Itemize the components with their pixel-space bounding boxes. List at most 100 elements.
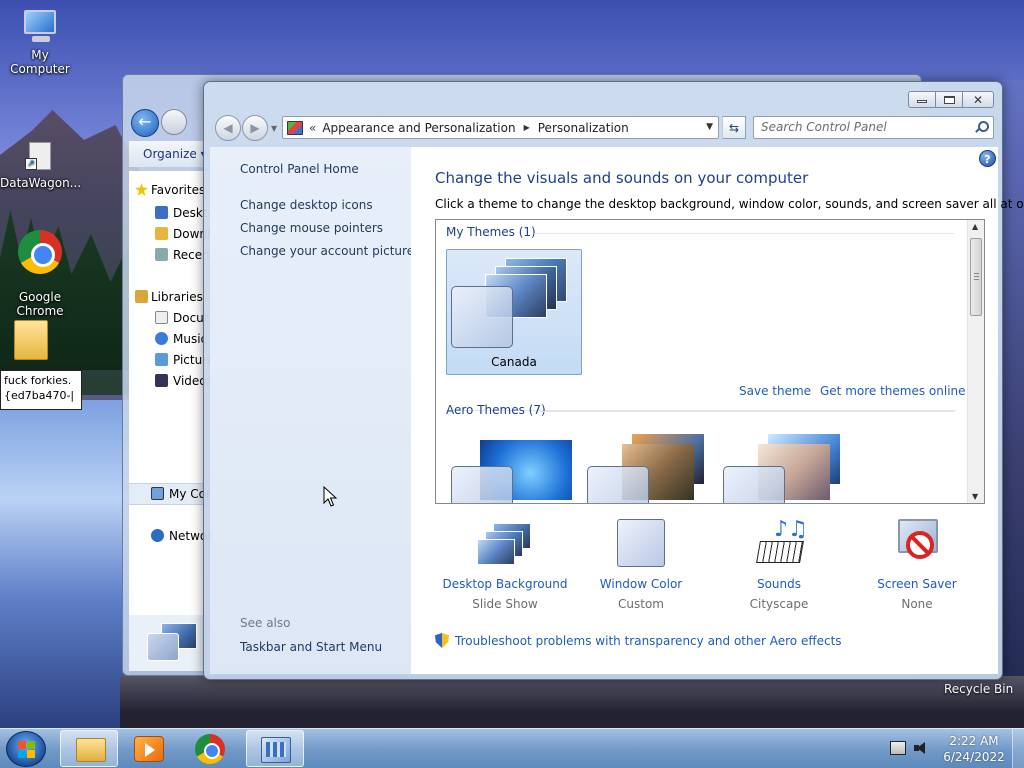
themes-list[interactable]: My Themes (1) Canada Save theme Get more… [435, 219, 985, 504]
search-input[interactable]: Search Control Panel [753, 116, 994, 139]
desktop-background-value: Slide Show [472, 597, 538, 611]
page-title: Change the visuals and sounds on your co… [435, 169, 809, 187]
breadcrumb-separator-icon[interactable]: ▶ [524, 123, 530, 132]
taskbar-control-panel-button[interactable] [246, 730, 304, 767]
videos-icon [155, 374, 168, 387]
computer-icon [18, 8, 62, 46]
desktop-icon-new-folder[interactable] [0, 320, 80, 362]
desktop-background-item[interactable]: Desktop Background Slide Show [435, 519, 575, 611]
computer-icon [151, 487, 164, 500]
documents-icon [155, 311, 168, 324]
nav-item-favorites[interactable]: Favorites [151, 183, 209, 197]
sounds-link[interactable]: Sounds [709, 577, 849, 591]
address-dropdown-icon[interactable]: ▼ [706, 122, 713, 132]
aero-themes-heading: Aero Themes (7) [446, 403, 546, 417]
desktop-icon-datawagon[interactable]: ↗ DataWagon... [0, 140, 82, 190]
shield-icon [435, 633, 449, 648]
change-mouse-pointers-link[interactable]: Change mouse pointers [240, 221, 383, 235]
forward-arrow-icon[interactable] [161, 109, 187, 135]
address-bar[interactable]: « Appearance and Personalization ▶ Perso… [282, 116, 719, 139]
taskbar-chrome-button[interactable] [182, 730, 240, 767]
help-icon[interactable]: ? [979, 150, 996, 167]
show-desktop-button[interactable] [1012, 729, 1024, 768]
window-color-link[interactable]: Window Color [571, 577, 711, 591]
folder-icon [14, 320, 48, 360]
taskbar-media-player-button[interactable] [120, 730, 178, 767]
clock-date: 6/24/2022 [943, 750, 1005, 764]
close-icon: ✕ [972, 92, 984, 107]
sounds-icon: ♪♫ [754, 519, 808, 571]
get-more-themes-link[interactable]: Get more themes online [820, 384, 966, 398]
nav-item-libraries[interactable]: Libraries [151, 290, 209, 304]
refresh-button[interactable]: ⇆ [722, 116, 746, 139]
pictures-icon [155, 353, 168, 366]
scroll-up-icon[interactable]: ▲ [972, 222, 978, 231]
close-button[interactable]: ✕ [963, 91, 994, 108]
troubleshoot-link-label: Troubleshoot problems with transparency … [455, 634, 842, 648]
change-account-picture-link[interactable]: Change your account picture [240, 244, 414, 258]
clock-time: 2:22 AM [949, 734, 999, 748]
control-panel-icon [287, 120, 303, 135]
taskbar-explorer-button[interactable] [60, 730, 118, 767]
downloads-icon [155, 227, 168, 240]
group-divider [540, 411, 954, 412]
desktop-background-link[interactable]: Desktop Background [435, 577, 575, 591]
desktop-icon-label: My Computer [10, 48, 70, 76]
desktop-icon-label: DataWagon... [0, 176, 82, 190]
chrome-icon [18, 230, 62, 274]
desktop-icon-my-computer[interactable]: My Computer [0, 8, 80, 76]
start-button[interactable] [6, 731, 46, 767]
screen-saver-link[interactable]: Screen Saver [847, 577, 987, 591]
breadcrumb-personalization[interactable]: Personalization [538, 121, 629, 135]
minimize-button[interactable] [908, 91, 936, 108]
forward-button[interactable]: ▶ [242, 115, 268, 141]
taskbar: 2:22 AM 6/24/2022 [0, 728, 1024, 768]
desktop-icon-google-chrome[interactable]: Google Chrome [0, 216, 80, 332]
recent-pages-dropdown-icon[interactable]: ▼ [271, 124, 277, 133]
sounds-item[interactable]: ♪♫ Sounds Cityscape [709, 519, 849, 612]
desktop-background-icon [475, 519, 535, 571]
mouse-cursor-icon [323, 486, 337, 507]
change-desktop-icons-link[interactable]: Change desktop icons [240, 198, 373, 212]
forward-arrow-icon: ▶ [250, 121, 260, 135]
search-icon[interactable] [975, 121, 989, 133]
personalization-window[interactable]: ✕ ◀ ▶ ▼ « Appearance and Personalization… [203, 81, 1024, 680]
maximize-button[interactable] [936, 91, 963, 108]
back-arrow-icon[interactable]: ← [131, 109, 159, 137]
troubleshoot-link[interactable]: Troubleshoot problems with transparency … [435, 633, 842, 648]
control-panel-icon [261, 737, 291, 763]
task-pane: Control Panel Home Change desktop icons … [210, 147, 414, 674]
folder-icon [76, 738, 106, 762]
volume-icon[interactable] [914, 741, 930, 755]
window-color-value: Custom [618, 597, 664, 611]
save-theme-link[interactable]: Save theme [739, 384, 811, 398]
screen-saver-item[interactable]: Screen Saver None [847, 519, 987, 611]
themes-scrollbar[interactable]: ▲ ▼ [967, 220, 984, 503]
my-themes-heading: My Themes (1) [446, 225, 536, 239]
back-button[interactable]: ◀ [215, 115, 241, 141]
scroll-thumb[interactable] [970, 238, 982, 316]
desktop-icon-recycle-bin[interactable]: Recycle Bin [944, 682, 1013, 696]
windows-flag-icon [18, 741, 36, 759]
taskbar-start-menu-link[interactable]: Taskbar and Start Menu [240, 640, 382, 654]
wallpaper-water [0, 400, 130, 730]
page-description: Click a theme to change the desktop back… [435, 197, 1024, 211]
breadcrumb-overflow[interactable]: « [309, 121, 316, 135]
theme-name: Canada [491, 355, 537, 369]
window-color-preview [451, 466, 513, 503]
scroll-down-icon[interactable]: ▼ [972, 492, 978, 501]
clock[interactable]: 2:22 AM 6/24/2022 [934, 733, 1014, 765]
group-divider [534, 233, 954, 234]
rename-text-line1: fuck forkies. [4, 374, 72, 387]
rename-field[interactable]: fuck forkies. {ed7ba470-| [0, 370, 82, 410]
screen-saver-icon [892, 519, 942, 571]
network-icon [151, 529, 164, 542]
window-color-item[interactable]: Window Color Custom [571, 519, 711, 611]
theme-tile-canada[interactable]: Canada [446, 249, 582, 375]
window-color-preview [451, 286, 513, 348]
screen-saver-value: None [901, 597, 933, 611]
breadcrumb-appearance[interactable]: Appearance and Personalization [322, 121, 515, 135]
network-icon[interactable] [890, 741, 906, 755]
organize-button[interactable]: Organize ▾ [143, 147, 207, 161]
control-panel-home-link[interactable]: Control Panel Home [240, 162, 359, 176]
